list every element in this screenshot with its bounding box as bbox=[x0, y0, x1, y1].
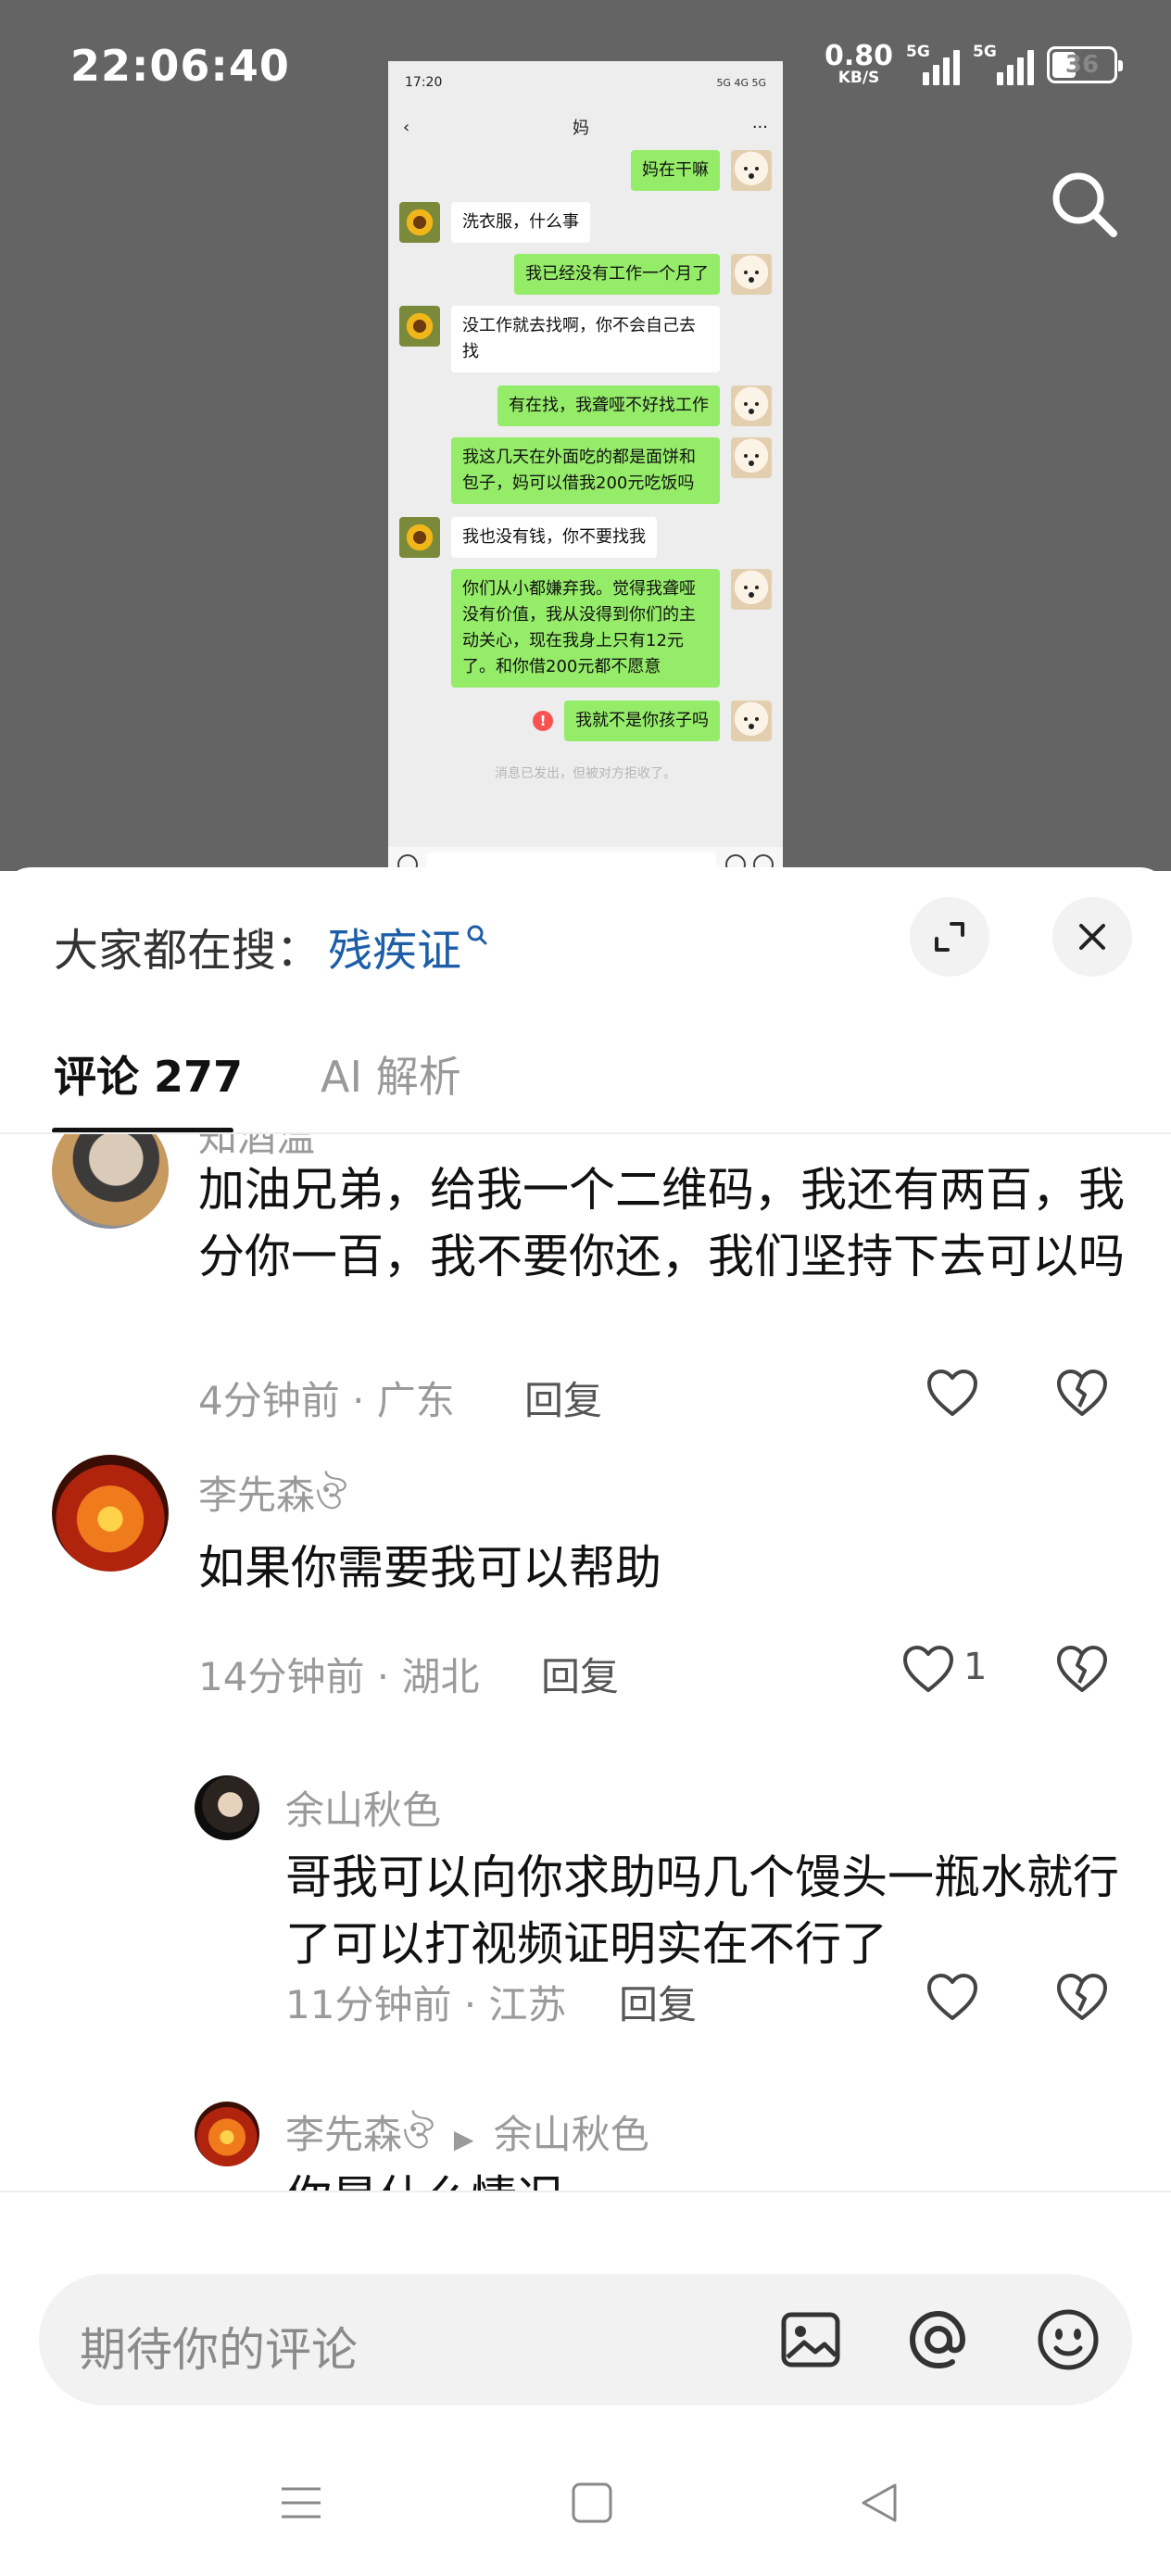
expand-icon bbox=[935, 922, 964, 952]
signal-icon: 5G bbox=[973, 43, 1034, 85]
divider bbox=[0, 2191, 1171, 2192]
send-error-icon: ! bbox=[533, 711, 553, 731]
comment-author[interactable]: 李先森ঔ bbox=[198, 1464, 346, 1531]
status-time: 22:06:40 bbox=[70, 41, 290, 91]
comment-text: 加油兄弟，给我一个二维码，我还有两百，我分你一百，我不要你还，我们坚持下去可以吗 bbox=[198, 1163, 1125, 1283]
search-icon bbox=[467, 925, 487, 945]
avatar bbox=[399, 306, 440, 347]
menu-icon[interactable] bbox=[278, 2480, 324, 2526]
chat-header: ‹ 妈 ··· bbox=[388, 104, 783, 150]
avatar bbox=[731, 150, 772, 191]
chat-message: 我也没有钱，你不要找我 bbox=[399, 517, 657, 558]
video-area[interactable]: 22:06:40 0.80 KB/S 5G 5G 36 17:20 5G 4G … bbox=[0, 0, 1171, 871]
comment-list[interactable]: 知酒温 加油兄弟，给我一个二维码，我还有两百，我分你一百，我不要你还，我们坚持下… bbox=[0, 1134, 1171, 2191]
like-count: 1 bbox=[963, 1646, 988, 1688]
comment-text: 如果你需要我可以帮助 bbox=[198, 1541, 661, 1595]
avatar[interactable] bbox=[52, 1455, 169, 1572]
avatar[interactable] bbox=[195, 1775, 259, 1840]
chat-message: 你们从小都嫌弃我。觉得我聋哑没有价值，我从没得到你们的主动关心，现在我身上只有1… bbox=[451, 569, 772, 688]
chat-message: 妈在干嘛 bbox=[631, 150, 772, 191]
broken-heart-icon[interactable] bbox=[1054, 1642, 1110, 1698]
chat-message: 我已经没有工作一个月了 bbox=[514, 254, 772, 295]
avatar bbox=[731, 385, 772, 426]
avatar bbox=[399, 517, 440, 558]
tab-comments[interactable]: 评论 277 bbox=[54, 1043, 243, 1105]
comment-meta: 11分钟前 · 江苏 bbox=[285, 1982, 567, 2027]
chat-message: 有在找，我聋哑不好找工作 bbox=[497, 385, 772, 426]
chat-title: 妈 bbox=[573, 119, 590, 138]
avatar bbox=[731, 437, 772, 478]
back-icon[interactable] bbox=[856, 2480, 902, 2526]
more-icon: ··· bbox=[751, 117, 768, 137]
comment-input-placeholder: 期待你的评论 bbox=[80, 2323, 358, 2377]
status-indicators: 0.80 KB/S 5G 5G 36 bbox=[824, 40, 1123, 87]
reply-button[interactable]: 回复 bbox=[541, 1646, 619, 1702]
comment-meta: 4分钟前 · 广东 bbox=[198, 1378, 455, 1423]
reply-button[interactable]: 回复 bbox=[524, 1370, 602, 1426]
comment-text: 你是什么情况 bbox=[285, 2165, 1119, 2191]
close-button[interactable] bbox=[1052, 897, 1132, 977]
image-icon[interactable] bbox=[776, 2305, 845, 2374]
comment-author[interactable]: 李先森ঔ ▶ 余山秋色 bbox=[285, 2103, 649, 2170]
at-icon[interactable] bbox=[904, 2305, 973, 2374]
broken-heart-icon[interactable] bbox=[1054, 1366, 1110, 1421]
comment-input[interactable]: 期待你的评论 bbox=[39, 2274, 1132, 2406]
comment-author[interactable]: 余山秋色 bbox=[285, 1779, 441, 1836]
hot-search-label: 大家都在搜： bbox=[54, 925, 321, 977]
tab-bar: 评论 277 AI 解析 bbox=[54, 1043, 461, 1105]
chat-message: ! 我就不是你孩子吗 bbox=[533, 701, 772, 741]
battery-icon: 36 bbox=[1047, 45, 1123, 83]
system-note: 消息已发出，但被对方拒收了。 bbox=[495, 766, 676, 781]
home-icon[interactable] bbox=[569, 2480, 615, 2526]
avatar bbox=[399, 202, 440, 243]
network-speed: 0.80 KB/S bbox=[824, 40, 893, 87]
navigation-bar bbox=[0, 2428, 1171, 2576]
avatar bbox=[731, 569, 772, 610]
avatar bbox=[731, 254, 772, 295]
emoji-icon[interactable] bbox=[1034, 2305, 1102, 2374]
chat-message: 洗衣服，什么事 bbox=[399, 202, 590, 243]
avatar[interactable] bbox=[52, 1134, 169, 1229]
heart-icon[interactable] bbox=[900, 1642, 956, 1698]
reply-target[interactable]: 余山秋色 bbox=[494, 2112, 649, 2157]
hot-search[interactable]: 大家都在搜： 残疾证 bbox=[54, 914, 489, 979]
chat-message: 没工作就去找啊，你不会自己去找 bbox=[399, 306, 720, 373]
avatar[interactable] bbox=[195, 2102, 259, 2166]
chat-status-bar: 17:20 5G 4G 5G bbox=[405, 75, 766, 90]
reply-arrow-icon: ▶ bbox=[453, 2124, 474, 2154]
avatar bbox=[731, 701, 772, 741]
comment-text: 哥我可以向你求助吗几个馒头一瓶水就行了可以打视频证明实在不行了 bbox=[285, 1850, 1119, 1971]
close-icon bbox=[1079, 924, 1105, 950]
back-icon: ‹ bbox=[403, 117, 410, 137]
heart-icon[interactable] bbox=[925, 1970, 980, 2026]
comment-meta: 14分钟前 · 湖北 bbox=[198, 1654, 480, 1699]
broken-heart-icon[interactable] bbox=[1054, 1970, 1110, 2026]
search-icon[interactable] bbox=[1047, 167, 1121, 241]
hot-search-keyword[interactable]: 残疾证 bbox=[328, 914, 461, 979]
reply-button[interactable]: 回复 bbox=[619, 1974, 697, 2030]
expand-button[interactable] bbox=[910, 897, 989, 977]
chat-screenshot: 17:20 5G 4G 5G ‹ 妈 ··· 妈在干嘛 洗衣服，什么事 我已经没… bbox=[388, 61, 783, 871]
chat-message: 我这几天在外面吃的都是面饼和包子，妈可以借我200元吃饭吗 bbox=[451, 437, 772, 504]
tab-ai-analysis[interactable]: AI 解析 bbox=[321, 1043, 461, 1105]
heart-icon[interactable] bbox=[925, 1366, 980, 1421]
signal-icon: 5G bbox=[906, 43, 960, 85]
